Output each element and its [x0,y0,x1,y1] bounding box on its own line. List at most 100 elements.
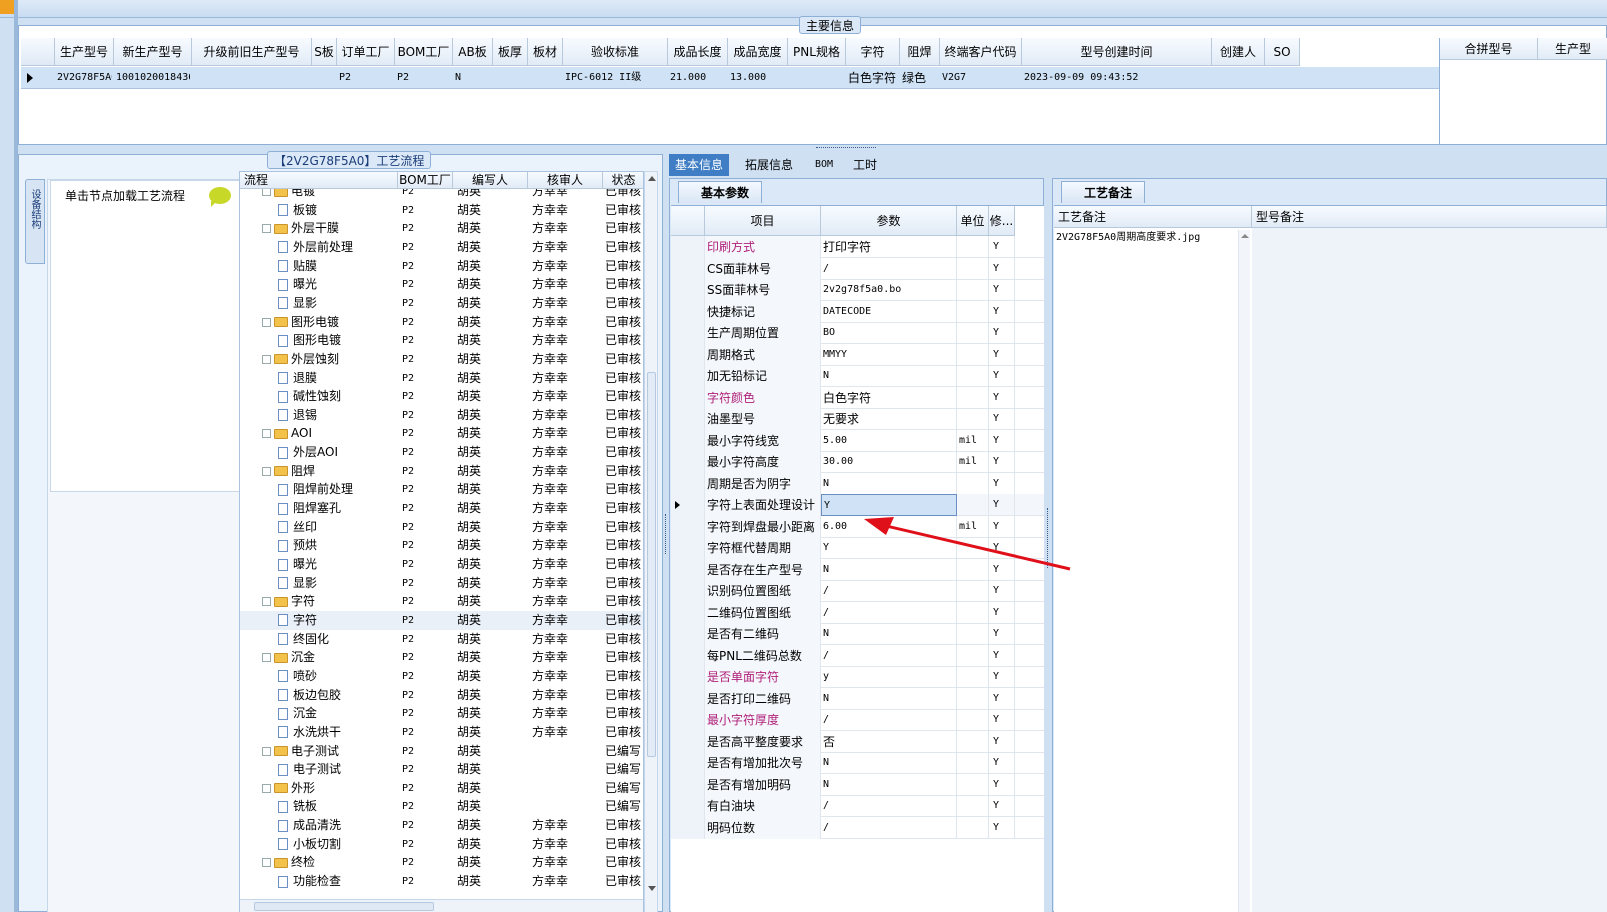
row-selector[interactable] [671,236,705,258]
main-cell[interactable]: N [455,67,491,89]
tree-step-row[interactable]: 成品清洗 P2 胡英 方幸幸 已审核 [240,816,643,835]
main-col-header[interactable]: 成品长度 [668,38,728,66]
param-row[interactable]: 油墨型号 无要求 Y [671,408,1044,430]
row-selector[interactable] [671,687,705,710]
param-row[interactable]: SS面菲林号 2v2g78f5a0.bo Y [671,279,1044,301]
grid-corner[interactable] [21,38,55,66]
tree-step-row[interactable]: 曝光 P2 胡英 方幸幸 已审核 [240,555,643,574]
row-selector[interactable] [671,300,705,323]
collapse-toggle-icon[interactable] [262,653,271,663]
tree-group-row[interactable]: AOI P2 胡英 方幸幸 已审核 [240,424,643,443]
scroll-down-icon[interactable] [648,886,656,891]
main-col-header[interactable]: 阻焊 [900,38,940,66]
main-cell[interactable]: 21.000 [670,67,726,89]
hscroll-thumb[interactable] [254,902,434,911]
param-value[interactable]: N [821,472,957,495]
param-value[interactable]: 无要求 [821,408,957,430]
main-cell[interactable]: P2 [397,67,451,89]
tree-step-row[interactable]: 板边包胶 P2 胡英 方幸幸 已审核 [240,686,643,705]
param-value[interactable]: N [821,687,957,710]
collapse-toggle-icon[interactable] [262,746,271,756]
load-process-hint[interactable]: 单击节点加载工艺流程 [65,187,185,204]
main-cell[interactable]: 绿色 [902,67,938,89]
tree-step-row[interactable]: 曝光 P2 胡英 方幸幸 已审核 [240,275,643,294]
main-cell[interactable]: IPC-6012 II级 [565,67,666,89]
param-value[interactable]: N [821,773,957,796]
col-modifiable[interactable]: 修... [989,206,1015,236]
col-unit[interactable]: 单位 [957,206,989,236]
col-model-note[interactable]: 型号备注 [1252,206,1607,228]
param-value[interactable]: N [821,752,957,774]
param-value[interactable]: N [821,623,957,645]
main-col-header[interactable]: BOM工厂 [395,38,453,66]
collapse-toggle-icon[interactable] [262,354,271,364]
params-corner[interactable] [671,206,705,236]
tab-basic-info[interactable]: 基本信息 [669,154,730,176]
collapse-toggle-icon[interactable] [262,466,271,476]
row-selector[interactable] [671,773,705,796]
tree-group-row[interactable]: 阻焊 P2 胡英 方幸幸 已审核 [240,462,643,481]
tree-step-row[interactable]: 退锡 P2 胡英 方幸幸 已审核 [240,406,643,425]
row-selector[interactable] [671,494,705,516]
craft-note-value[interactable]: 2V2G78F5A0周期高度要求.jpg [1056,230,1236,246]
tree-step-row[interactable]: 字符 P2 胡英 方幸幸 已审核 [240,610,643,630]
splitter-horizontal[interactable] [18,146,1607,154]
param-value[interactable]: 白色字符 [821,386,957,409]
param-value[interactable]: 否 [821,730,957,753]
main-col-header[interactable]: PNL规格 [788,38,846,66]
main-cell[interactable]: 2023-09-09 09:43:52 [1024,67,1210,89]
row-selector[interactable] [671,472,705,495]
row-selector[interactable] [671,644,705,667]
main-col-header[interactable]: 新生产型号 [114,38,192,66]
tree-step-row[interactable]: 喷砂 P2 胡英 方幸幸 已审核 [240,667,643,686]
note-scroll-up-icon[interactable] [1241,234,1249,238]
param-row[interactable]: 快捷标记 DATECODE Y [671,300,1044,323]
main-col-header[interactable]: 升级前旧生产型号 [192,38,312,66]
main-cell[interactable]: 2V2G78F5A0 [57,67,112,89]
param-value[interactable]: 30.00 [821,451,957,473]
param-value[interactable]: BO [821,322,957,344]
param-value[interactable]: / [821,580,957,602]
param-row[interactable]: 周期是否为阴字 N Y [671,472,1044,495]
row-selector[interactable] [671,257,705,280]
main-info-row[interactable]: 2V2G78F5A010010200184369P2P2NIPC-6012 II… [21,67,1439,89]
param-row[interactable]: 每PNL二维码总数 / Y [671,644,1044,667]
tree-group-row[interactable]: 电子测试 P2 胡英 已编写 [240,742,643,761]
tree-step-row[interactable]: 丝印 P2 胡英 方幸幸 已审核 [240,518,643,537]
main-col-header[interactable]: 成品宽度 [728,38,788,66]
tree-step-row[interactable]: 板镀 P2 胡英 方幸幸 已审核 [240,201,643,220]
tree-col-header[interactable]: 编写人 [453,172,528,189]
main-col-header[interactable]: 生产型号 [55,38,114,66]
tree-step-row[interactable]: 外层前处理 P2 胡英 方幸幸 已审核 [240,238,643,257]
param-row[interactable]: 是否打印二维码 N Y [671,687,1044,710]
row-selector[interactable] [671,730,705,753]
row-selector[interactable] [671,386,705,409]
main-col-header[interactable]: AB板 [453,38,493,66]
main-col-header[interactable]: SO [1265,38,1300,66]
tree-col-header[interactable]: 状态 [603,172,643,189]
col-item[interactable]: 项目 [705,206,821,236]
main-cell[interactable] [194,67,310,89]
tree-col-header[interactable]: BOM工厂 [398,172,453,189]
collapse-toggle-icon[interactable] [262,783,271,793]
tree-step-row[interactable]: 水洗烘干 P2 胡英 方幸幸 已审核 [240,723,643,742]
row-selector[interactable] [671,365,705,387]
row-selector[interactable] [671,558,705,581]
collapse-toggle-icon[interactable] [262,429,271,439]
tree-group-row[interactable]: 外层干膜 P2 胡英 方幸幸 已审核 [240,219,643,238]
tree-group-row[interactable]: 字符 P2 胡英 方幸幸 已审核 [240,592,643,611]
tree-step-row[interactable]: 阻焊前处理 P2 胡英 方幸幸 已审核 [240,480,643,499]
tree-col-header[interactable]: 核审人 [528,172,603,189]
tree-step-row[interactable]: 小板切割 P2 胡英 方幸幸 已审核 [240,835,643,854]
row-selector[interactable] [671,429,705,452]
tree-step-row[interactable]: 显影 P2 胡英 方幸幸 已审核 [240,294,643,313]
param-row[interactable]: 加无铅标记 N Y [671,365,1044,387]
main-col-header[interactable]: 创建人 [1212,38,1265,66]
param-value[interactable]: / [821,644,957,667]
model-note-area[interactable] [1252,228,1607,912]
col-param[interactable]: 参数 [821,206,957,236]
param-value[interactable]: / [821,601,957,624]
param-row[interactable]: 明码位数 / Y [671,816,1044,839]
main-cell[interactable]: 白色字符 [848,67,898,89]
tab-bom[interactable]: BOM [809,154,839,176]
